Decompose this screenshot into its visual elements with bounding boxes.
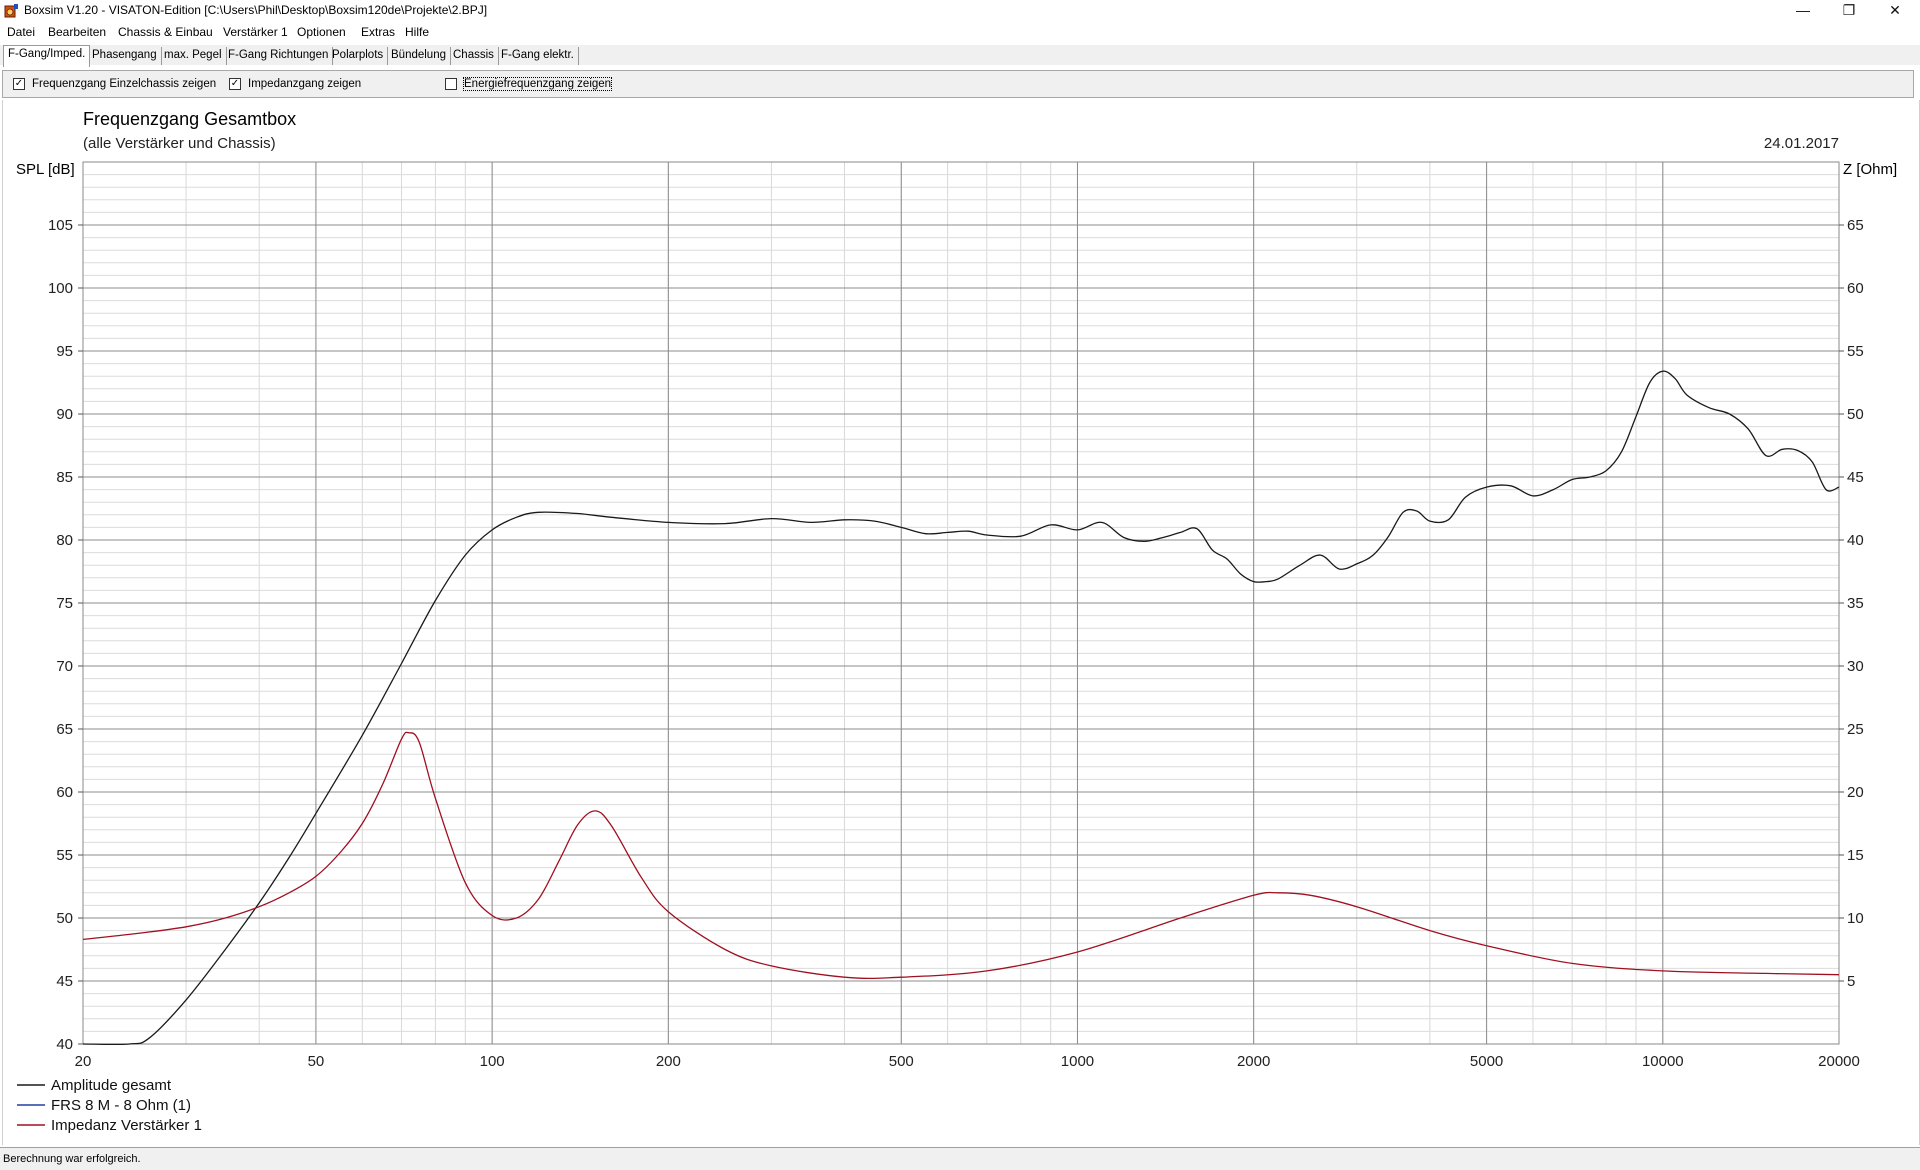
y2-tick-label: 30: [1847, 658, 1864, 675]
energy-label: Energiefrequenzgang zeigen: [462, 77, 613, 91]
y-axis-label: SPL [dB]: [16, 161, 75, 178]
y2-tick-label: 40: [1847, 532, 1864, 549]
x-tick-label: 20: [75, 1053, 92, 1070]
tab-buendelung[interactable]: Bündelung: [387, 47, 451, 65]
single-chassis-checkbox[interactable]: ✓ Frequenzgang Einzelchassis zeigen: [13, 78, 216, 90]
title-bar: Boxsim V1.20 - VISATON-Edition [C:\Users…: [0, 0, 1920, 22]
legend-label: Impedanz Verstärker 1: [51, 1117, 202, 1134]
chart-date: 24.01.2017: [1764, 135, 1839, 152]
tab-fgang-richtungen[interactable]: F-Gang Richtungen: [224, 47, 334, 65]
legend-label: FRS 8 M - 8 Ohm (1): [51, 1097, 191, 1114]
x-tick-label: 500: [889, 1053, 914, 1070]
y-tick-label: 105: [48, 217, 73, 234]
menu-chassis-einbau[interactable]: Chassis & Einbau: [118, 25, 213, 39]
x-tick-label: 100: [480, 1053, 505, 1070]
menu-datei[interactable]: Datei: [7, 25, 35, 39]
tab-chassis[interactable]: Chassis: [449, 47, 499, 65]
tab-bar: F-Gang/Imped. Phasengang max. Pegel F-Ga…: [0, 45, 1920, 67]
chart-title: Frequenzgang Gesamtbox: [83, 109, 296, 129]
speaker-app-icon: [4, 4, 18, 18]
maximize-button[interactable]: ❐: [1826, 0, 1872, 22]
menu-verstaerker[interactable]: Verstärker 1: [223, 25, 288, 39]
frequency-response-chart: 20 50 100 200 500 1000 2000 5000 10000 20000 40 45 5…: [16, 109, 1897, 1134]
y-tick-label: 40: [56, 1036, 73, 1053]
y-tick-label: 85: [56, 469, 73, 486]
menu-bar: Datei Bearbeiten Chassis & Einbau Verstä…: [0, 22, 1920, 43]
menu-bearbeiten[interactable]: Bearbeiten: [48, 25, 106, 39]
y-tick-label: 65: [56, 721, 73, 738]
x-tick-label: 5000: [1470, 1053, 1503, 1070]
check-icon: ✓: [13, 78, 25, 90]
y2-tick-label: 60: [1847, 280, 1864, 297]
tab-fgang-imped[interactable]: F-Gang/Imped.: [3, 45, 91, 67]
x-tick-label: 200: [656, 1053, 681, 1070]
y2-tick-label: 45: [1847, 469, 1864, 486]
y2-tick-label: 20: [1847, 784, 1864, 801]
status-text: Berechnung war erfolgreich.: [3, 1153, 141, 1165]
x-tick-label: 1000: [1061, 1053, 1094, 1070]
y2-tick-label: 5: [1847, 973, 1855, 990]
y-tick-label: 55: [56, 847, 73, 864]
menu-hilfe[interactable]: Hilfe: [405, 25, 429, 39]
y2-tick-label: 65: [1847, 217, 1864, 234]
y-tick-label: 100: [48, 280, 73, 297]
y-tick-label: 80: [56, 532, 73, 549]
plot-area: 20 50 100 200 500 1000 2000 5000 10000 20000 40 45 5…: [2, 100, 1920, 1145]
y-tick-label: 75: [56, 595, 73, 612]
close-button[interactable]: ✕: [1872, 0, 1918, 22]
minimize-button[interactable]: —: [1780, 0, 1826, 22]
unchecked-box-icon: [445, 78, 457, 90]
chart-subtitle: (alle Verstärker und Chassis): [83, 135, 276, 152]
single-chassis-label: Frequenzgang Einzelchassis zeigen: [32, 78, 217, 90]
status-bar: Berechnung war erfolgreich.: [0, 1147, 1920, 1170]
legend: Amplitude gesamt FRS 8 M - 8 Ohm (1) Imped…: [17, 1077, 202, 1134]
y-tick-label: 60: [56, 784, 73, 801]
tab-phasengang[interactable]: Phasengang: [88, 47, 162, 65]
tab-polarplots[interactable]: Polarplots: [328, 47, 389, 65]
y2-tick-label: 55: [1847, 343, 1864, 360]
options-bar: ✓ Frequenzgang Einzelchassis zeigen ✓ Im…: [2, 70, 1914, 98]
y-tick-label: 50: [56, 910, 73, 927]
y2-tick-label: 35: [1847, 595, 1864, 612]
y-tick-label: 45: [56, 973, 73, 990]
window-title: Boxsim V1.20 - VISATON-Edition [C:\Users…: [24, 3, 488, 17]
impedance-checkbox[interactable]: ✓ Impedanzgang zeigen: [229, 78, 361, 90]
tab-max-pegel[interactable]: max. Pegel: [160, 47, 227, 65]
menu-optionen[interactable]: Optionen: [297, 25, 346, 39]
y2-tick-label: 15: [1847, 847, 1864, 864]
check-icon: ✓: [229, 78, 241, 90]
legend-label: Amplitude gesamt: [51, 1077, 172, 1094]
x-tick-label: 50: [308, 1053, 325, 1070]
y-tick-label: 90: [56, 406, 73, 423]
x-tick-label: 2000: [1237, 1053, 1270, 1070]
y2-tick-label: 10: [1847, 910, 1864, 927]
impedance-label: Impedanzgang zeigen: [248, 78, 362, 90]
y2-tick-label: 50: [1847, 406, 1864, 423]
y-tick-label: 70: [56, 658, 73, 675]
energy-checkbox[interactable]: Energiefrequenzgang zeigen: [445, 77, 613, 91]
menu-extras[interactable]: Extras: [361, 25, 395, 39]
y2-tick-label: 25: [1847, 721, 1864, 738]
x-tick-label: 20000: [1818, 1053, 1860, 1070]
y-tick-label: 95: [56, 343, 73, 360]
y2-axis-label: Z [Ohm]: [1843, 161, 1897, 178]
tab-fgang-elektr[interactable]: F-Gang elektr.: [497, 47, 579, 65]
x-tick-label: 10000: [1642, 1053, 1684, 1070]
